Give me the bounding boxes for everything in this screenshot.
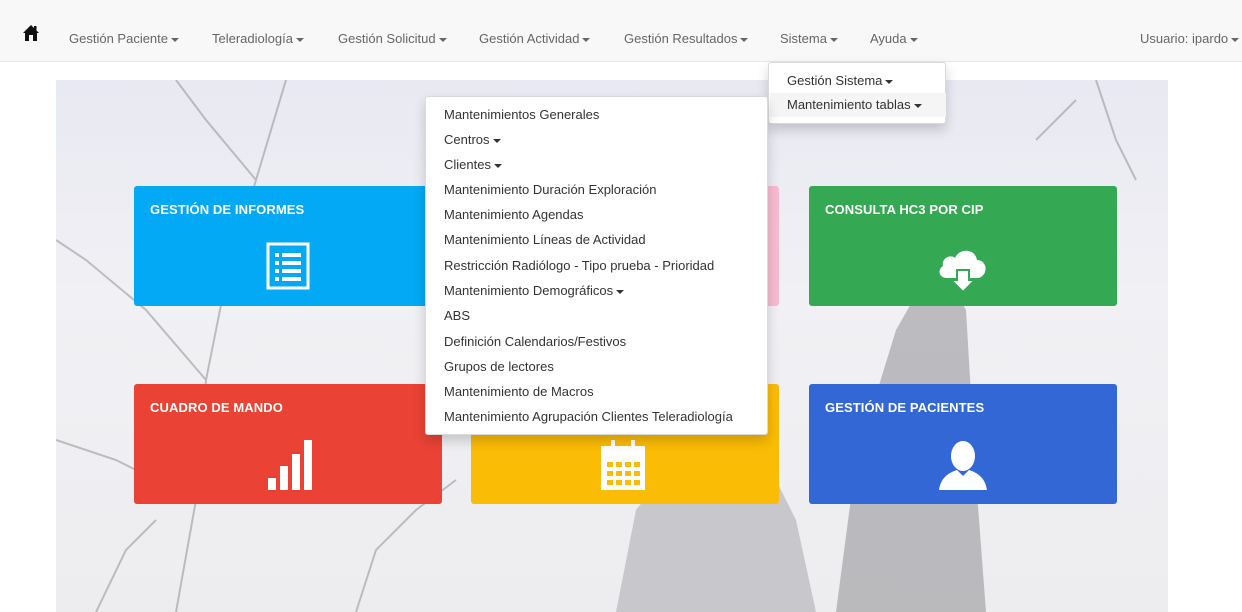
calendar-icon xyxy=(599,440,647,495)
menu-gestion-sistema[interactable]: Gestión Sistema xyxy=(787,73,894,88)
menu-mantenimiento-tablas[interactable]: Mantenimiento tablas xyxy=(787,97,922,112)
caret-down-icon xyxy=(1231,37,1240,42)
menu-demograficos[interactable]: Mantenimiento Demográficos xyxy=(444,283,625,298)
nav-gestion-solicitud[interactable]: Gestión Solicitud xyxy=(338,31,447,46)
menu-clientes[interactable]: Clientes xyxy=(444,157,502,172)
tile-consulta-hc3[interactable]: CONSULTA HC3 POR CIP xyxy=(809,186,1117,306)
menu-lineas-actividad[interactable]: Mantenimiento Líneas de Actividad xyxy=(444,232,646,247)
caret-down-icon xyxy=(909,37,918,42)
sistema-dropdown: Gestión Sistema Mantenimiento tablas xyxy=(768,62,946,124)
caret-down-icon xyxy=(295,37,304,42)
cloud-download-icon xyxy=(935,240,991,299)
menu-agrupacion-clientes[interactable]: Mantenimiento Agrupación Clientes Telera… xyxy=(444,409,733,424)
caret-down-icon xyxy=(171,37,180,42)
nav-gestion-actividad[interactable]: Gestión Actividad xyxy=(479,31,591,46)
list-icon xyxy=(266,242,310,293)
menu-mantenimientos-generales[interactable]: Mantenimientos Generales xyxy=(444,107,599,122)
caret-down-icon xyxy=(582,37,591,42)
menu-agendas[interactable]: Mantenimiento Agendas xyxy=(444,207,583,222)
menu-centros[interactable]: Centros xyxy=(444,132,501,147)
nav-ayuda[interactable]: Ayuda xyxy=(870,31,918,46)
caret-down-icon xyxy=(616,289,625,294)
nav-gestion-resultados[interactable]: Gestión Resultados xyxy=(624,31,749,46)
caret-down-icon xyxy=(438,37,447,42)
user-icon xyxy=(937,440,989,495)
menu-abs[interactable]: ABS xyxy=(444,308,470,323)
caret-down-icon xyxy=(913,103,922,108)
caret-down-icon xyxy=(493,163,502,168)
home-icon[interactable] xyxy=(22,24,40,42)
tile-gestion-pacientes[interactable]: GESTIÓN DE PACIENTES xyxy=(809,384,1117,504)
tile-cuadro-mando[interactable]: CUADRO DE MANDO xyxy=(134,384,442,504)
nav-user[interactable]: Usuario: ipardo xyxy=(1140,31,1240,46)
caret-down-icon xyxy=(885,79,894,84)
caret-down-icon xyxy=(492,138,501,143)
menu-grupos-lectores[interactable]: Grupos de lectores xyxy=(444,359,554,374)
nav-gestion-paciente[interactable]: Gestión Paciente xyxy=(69,31,180,46)
nav-sistema[interactable]: Sistema xyxy=(780,31,838,46)
caret-down-icon xyxy=(740,37,749,42)
top-navbar: Gestión Paciente Teleradiología Gestión … xyxy=(0,0,1242,62)
caret-down-icon xyxy=(829,37,838,42)
mantenimiento-tablas-dropdown: Mantenimientos Generales Centros Cliente… xyxy=(425,96,768,435)
bar-chart-icon xyxy=(266,438,314,495)
menu-macros[interactable]: Mantenimiento de Macros xyxy=(444,384,594,399)
menu-duracion-exploracion[interactable]: Mantenimiento Duración Exploración xyxy=(444,182,656,197)
menu-restriccion-radiologo[interactable]: Restricción Radiólogo - Tipo prueba - Pr… xyxy=(444,258,714,273)
nav-teleradiologia[interactable]: Teleradiología xyxy=(212,31,304,46)
menu-calendarios-festivos[interactable]: Definición Calendarios/Festivos xyxy=(444,334,626,349)
tile-gestion-informes[interactable]: GESTIÓN DE INFORMES xyxy=(134,186,442,306)
